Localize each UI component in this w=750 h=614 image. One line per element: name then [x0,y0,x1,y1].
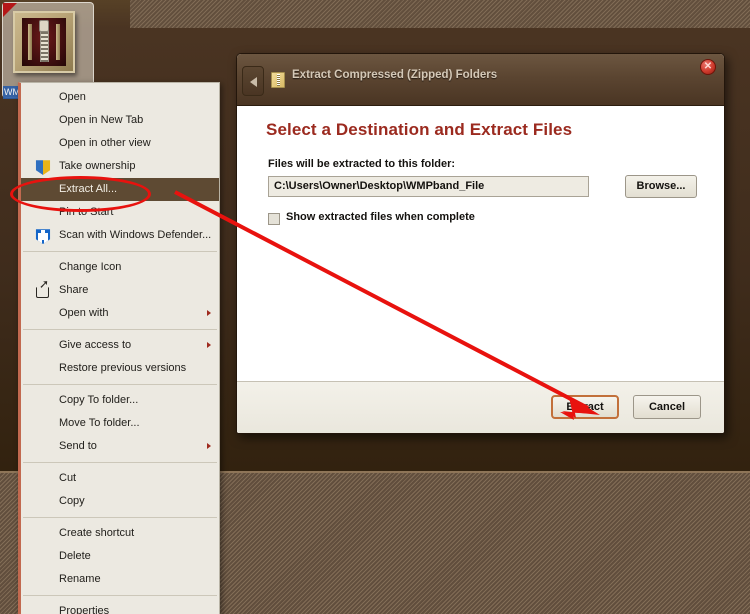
menu-item-properties[interactable]: Properties [21,600,219,614]
menu-item-change-icon[interactable]: Change Icon [21,256,219,279]
cancel-button[interactable]: Cancel [633,395,701,419]
menu-item-label: Move To folder... [59,417,140,429]
menu-item-move-to-folder[interactable]: Move To folder... [21,412,219,435]
menu-item-cut[interactable]: Cut [21,467,219,490]
menu-item-label: Copy [59,495,85,507]
menu-item-rename[interactable]: Rename [21,568,219,591]
menu-item-open-in-other-view[interactable]: Open in other view [21,132,219,155]
menu-item-label: Scan with Windows Defender... [59,229,212,241]
dialog-heading: Select a Destination and Extract Files [266,120,573,139]
show-extracted-checkbox-label: Show extracted files when complete [286,211,475,223]
dialog-footer: Extract Cancel [237,381,724,433]
zip-badge-icon [3,3,17,17]
menu-separator [23,517,217,518]
menu-item-pin-to-start[interactable]: Pin to Start [21,201,219,224]
show-extracted-checkbox[interactable] [268,213,280,225]
menu-item-label: Open [59,91,86,103]
dialog-title: Extract Compressed (Zipped) Folders [292,69,498,81]
dialog-titlebar: Extract Compressed (Zipped) Folders ✕ [237,54,724,106]
share-icon [35,278,51,299]
close-icon[interactable]: ✕ [700,59,716,75]
menu-item-copy-to-folder[interactable]: Copy To folder... [21,389,219,412]
menu-item-label: Open in New Tab [59,114,144,126]
browse-button[interactable]: Browse... [625,175,697,198]
destination-path-input[interactable]: C:\Users\Owner\Desktop\WMPband_File [268,176,589,197]
menu-separator [23,384,217,385]
back-arrow-icon[interactable] [242,66,264,96]
menu-item-label: Give access to [59,339,132,351]
menu-item-label: Create shortcut [59,527,135,539]
menu-separator [23,251,217,252]
menu-item-delete[interactable]: Delete [21,545,219,568]
menu-item-label: Delete [59,550,91,562]
menu-item-label: Pin to Start [59,206,114,218]
menu-item-scan-with-windows-defender[interactable]: Scan with Windows Defender... [21,224,219,247]
menu-item-label: Send to [59,440,97,452]
zip-rail-left-icon [28,24,32,60]
chevron-right-icon [207,443,211,449]
menu-item-label: Restore previous versions [59,362,187,374]
zip-archive-icon [13,11,75,73]
menu-item-give-access-to[interactable]: Give access to [21,334,219,357]
menu-item-take-ownership[interactable]: Take ownership [21,155,219,178]
menu-item-label: Open in other view [59,137,151,149]
chevron-right-icon [207,310,211,316]
zip-folder-icon [271,72,285,88]
menu-item-open-with[interactable]: Open with [21,302,219,325]
dialog-body: Select a Destination and Extract Files F… [237,106,724,381]
zip-pull-tab-icon [39,20,49,32]
menu-item-label: Cut [59,472,77,484]
extract-button[interactable]: Extract [551,395,619,419]
menu-item-label: Copy To folder... [59,394,139,406]
desktop-background: WMPband_File.zip WM OpenOpen in New TabO… [0,0,750,614]
menu-separator [23,329,217,330]
menu-item-restore-previous-versions[interactable]: Restore previous versions [21,357,219,380]
menu-item-extract-all[interactable]: Extract All... [21,178,219,201]
shield-defender-icon [35,229,51,244]
dialog-subheading: Files will be extracted to this folder: [268,158,456,170]
menu-item-open-in-new-tab[interactable]: Open in New Tab [21,109,219,132]
shield-uac-icon [35,160,51,175]
chevron-right-icon [207,342,211,348]
menu-item-label: Share [59,284,89,296]
menu-separator [23,462,217,463]
menu-separator [23,595,217,596]
menu-item-label: Take ownership [59,160,136,172]
menu-item-share[interactable]: Share [21,278,219,302]
menu-item-label: Change Icon [59,261,122,273]
menu-item-copy[interactable]: Copy [21,490,219,513]
menu-item-label: Open with [59,307,109,319]
zip-icon-inner [22,18,66,66]
menu-item-create-shortcut[interactable]: Create shortcut [21,522,219,545]
extract-dialog-window[interactable]: Extract Compressed (Zipped) Folders ✕ Se… [236,53,725,434]
zip-rail-right-icon [56,24,60,60]
menu-item-label: Rename [59,573,101,585]
menu-item-open[interactable]: Open [21,86,219,109]
menu-item-label: Properties [59,605,110,614]
context-menu[interactable]: Open Open in New Tab Open in other view Tak… [18,82,220,614]
menu-item-label: Extract All... [59,183,118,195]
menu-item-send-to[interactable]: Send to [21,435,219,458]
